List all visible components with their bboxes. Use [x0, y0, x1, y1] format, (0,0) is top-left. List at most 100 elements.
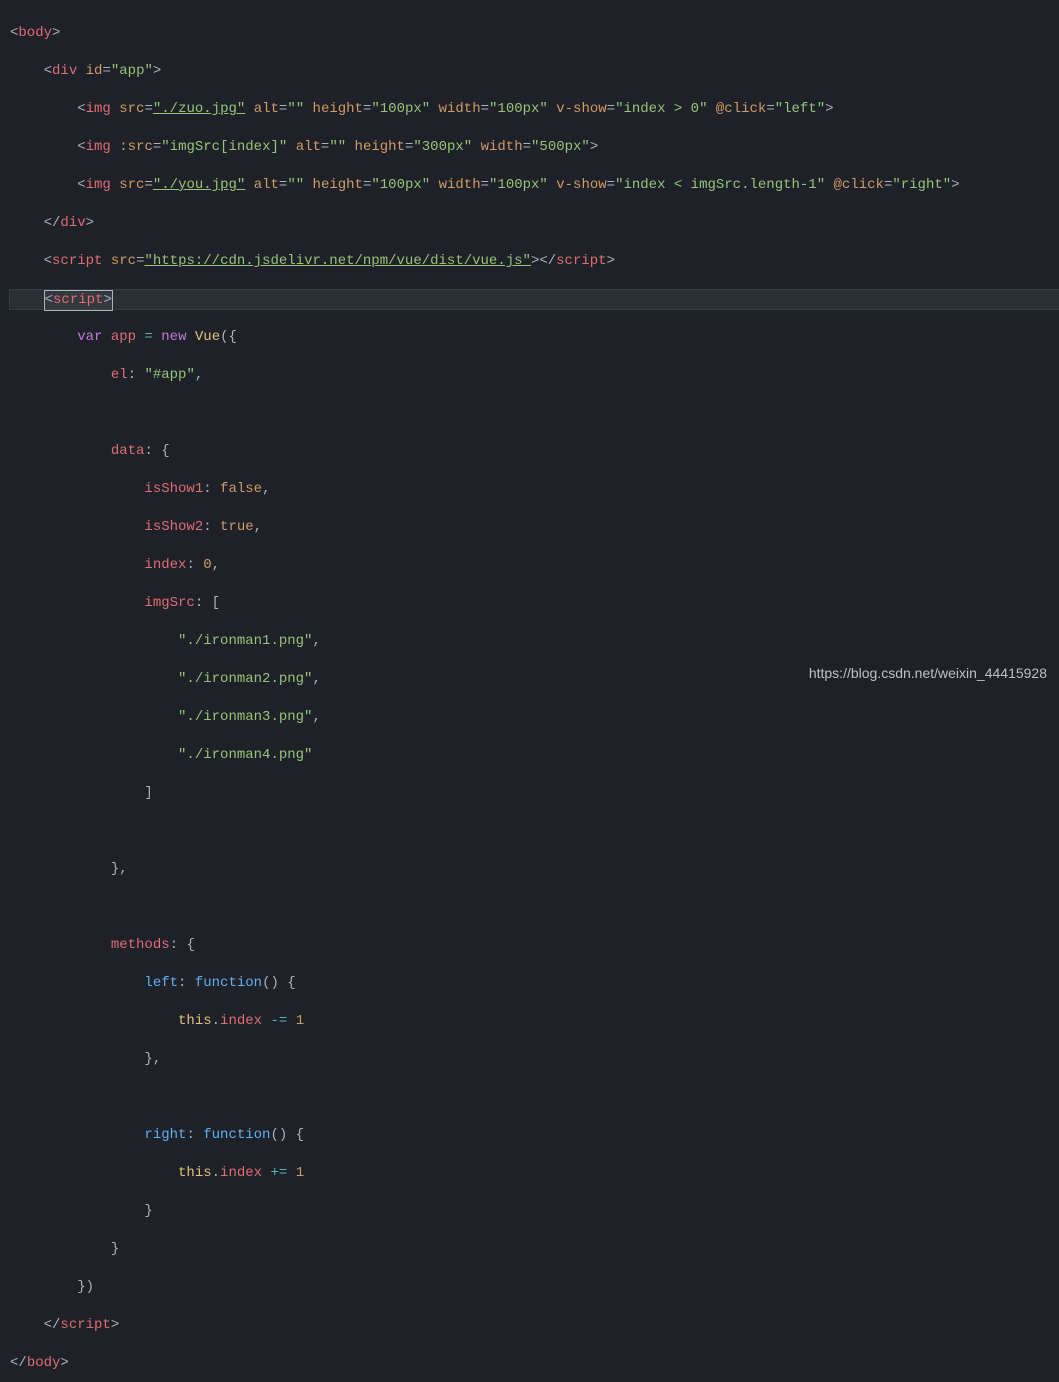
attr: alt	[254, 177, 279, 193]
var: app	[111, 329, 136, 345]
code-line: <body>	[10, 24, 1059, 43]
code-line: isShow2: true,	[10, 518, 1059, 537]
code-editor[interactable]: <body> <div id="app"> <img src="./zuo.jp…	[0, 0, 1059, 1382]
tag: div	[52, 63, 77, 79]
prop: index	[144, 557, 186, 573]
code-line: }	[10, 1202, 1059, 1221]
attr: width	[439, 101, 481, 117]
string: "./zuo.jpg"	[153, 101, 245, 117]
code-line: methods: {	[10, 936, 1059, 955]
code-line: </body>	[10, 1354, 1059, 1373]
code-line: <div id="app">	[10, 62, 1059, 81]
watermark: https://blog.csdn.net/weixin_44415928	[809, 664, 1047, 683]
string: "100px"	[489, 177, 548, 193]
cursor: <script>	[44, 290, 113, 311]
attr: height	[355, 139, 405, 155]
tag: img	[86, 177, 111, 193]
code-line	[10, 822, 1059, 841]
tag: img	[86, 139, 111, 155]
code-line	[10, 404, 1059, 423]
code-line: this.index -= 1	[10, 1012, 1059, 1031]
attr: width	[439, 177, 481, 193]
fn: left	[144, 975, 178, 991]
string: "index < imgSrc.length-1"	[615, 177, 825, 193]
prop: imgSrc	[144, 595, 194, 611]
fn: right	[144, 1127, 186, 1143]
prop: methods	[111, 937, 170, 953]
string: ""	[329, 139, 346, 155]
code-line	[10, 898, 1059, 917]
code-line: var app = new Vue({	[10, 328, 1059, 347]
string: "./ironman4.png"	[178, 747, 312, 763]
tag: script	[52, 253, 102, 269]
keyword: var	[77, 329, 102, 345]
number: 0	[203, 557, 211, 573]
this: this	[178, 1013, 212, 1029]
code-line: })	[10, 1278, 1059, 1297]
attr: :src	[119, 139, 153, 155]
string: "100px"	[371, 177, 430, 193]
string: "#app"	[144, 367, 194, 383]
code-line: isShow1: false,	[10, 480, 1059, 499]
prop: isShow2	[144, 519, 203, 535]
code-line: <img :src="imgSrc[index]" alt="" height=…	[10, 138, 1059, 157]
number: 1	[296, 1013, 304, 1029]
code-line: index: 0,	[10, 556, 1059, 575]
attr: src	[111, 253, 136, 269]
code-line: imgSrc: [	[10, 594, 1059, 613]
string: "left"	[775, 101, 825, 117]
string: ""	[287, 177, 304, 193]
code-line: this.index += 1	[10, 1164, 1059, 1183]
attr: alt	[254, 101, 279, 117]
tag: body	[18, 25, 52, 41]
code-line: ]	[10, 784, 1059, 803]
string: ""	[287, 101, 304, 117]
string: "./ironman2.png"	[178, 671, 312, 687]
code-line: data: {	[10, 442, 1059, 461]
string: "index > 0"	[615, 101, 707, 117]
code-line: el: "#app",	[10, 366, 1059, 385]
code-line: "./ironman1.png",	[10, 632, 1059, 651]
prop: index	[220, 1165, 262, 1181]
attr: @click	[834, 177, 884, 193]
tag: div	[60, 215, 85, 231]
string: "500px"	[531, 139, 590, 155]
attr: height	[313, 101, 363, 117]
attr: height	[313, 177, 363, 193]
op: +=	[270, 1165, 287, 1181]
keyword: function	[195, 975, 262, 991]
code-line: <img src="./zuo.jpg" alt="" height="100p…	[10, 100, 1059, 119]
code-line: "./ironman4.png"	[10, 746, 1059, 765]
attr: src	[119, 177, 144, 193]
attr: v-show	[556, 177, 606, 193]
tag: body	[27, 1355, 61, 1371]
string: "./ironman3.png"	[178, 709, 312, 725]
string: "./you.jpg"	[153, 177, 245, 193]
attr: width	[481, 139, 523, 155]
attr: src	[119, 101, 144, 117]
tag: script	[60, 1317, 110, 1333]
keyword: function	[203, 1127, 270, 1143]
string: "app"	[111, 63, 153, 79]
bool: true	[220, 519, 254, 535]
string: "./ironman1.png"	[178, 633, 312, 649]
attr: @click	[716, 101, 766, 117]
keyword: new	[161, 329, 186, 345]
attr: id	[86, 63, 103, 79]
string: "100px"	[371, 101, 430, 117]
tag: img	[86, 101, 111, 117]
code-line: "./ironman3.png",	[10, 708, 1059, 727]
string: "right"	[892, 177, 951, 193]
code-line: right: function() {	[10, 1126, 1059, 1145]
class: Vue	[195, 329, 220, 345]
string: "imgSrc[index]"	[161, 139, 287, 155]
prop: el	[111, 367, 128, 383]
string: "https://cdn.jsdelivr.net/npm/vue/dist/v…	[144, 253, 530, 269]
tag: script	[53, 292, 103, 308]
op: -=	[270, 1013, 287, 1029]
bool: false	[220, 481, 262, 497]
active-line: <script>	[10, 290, 1059, 309]
string: "300px"	[413, 139, 472, 155]
code-line: <script src="https://cdn.jsdelivr.net/np…	[10, 252, 1059, 271]
code-line	[10, 1088, 1059, 1107]
